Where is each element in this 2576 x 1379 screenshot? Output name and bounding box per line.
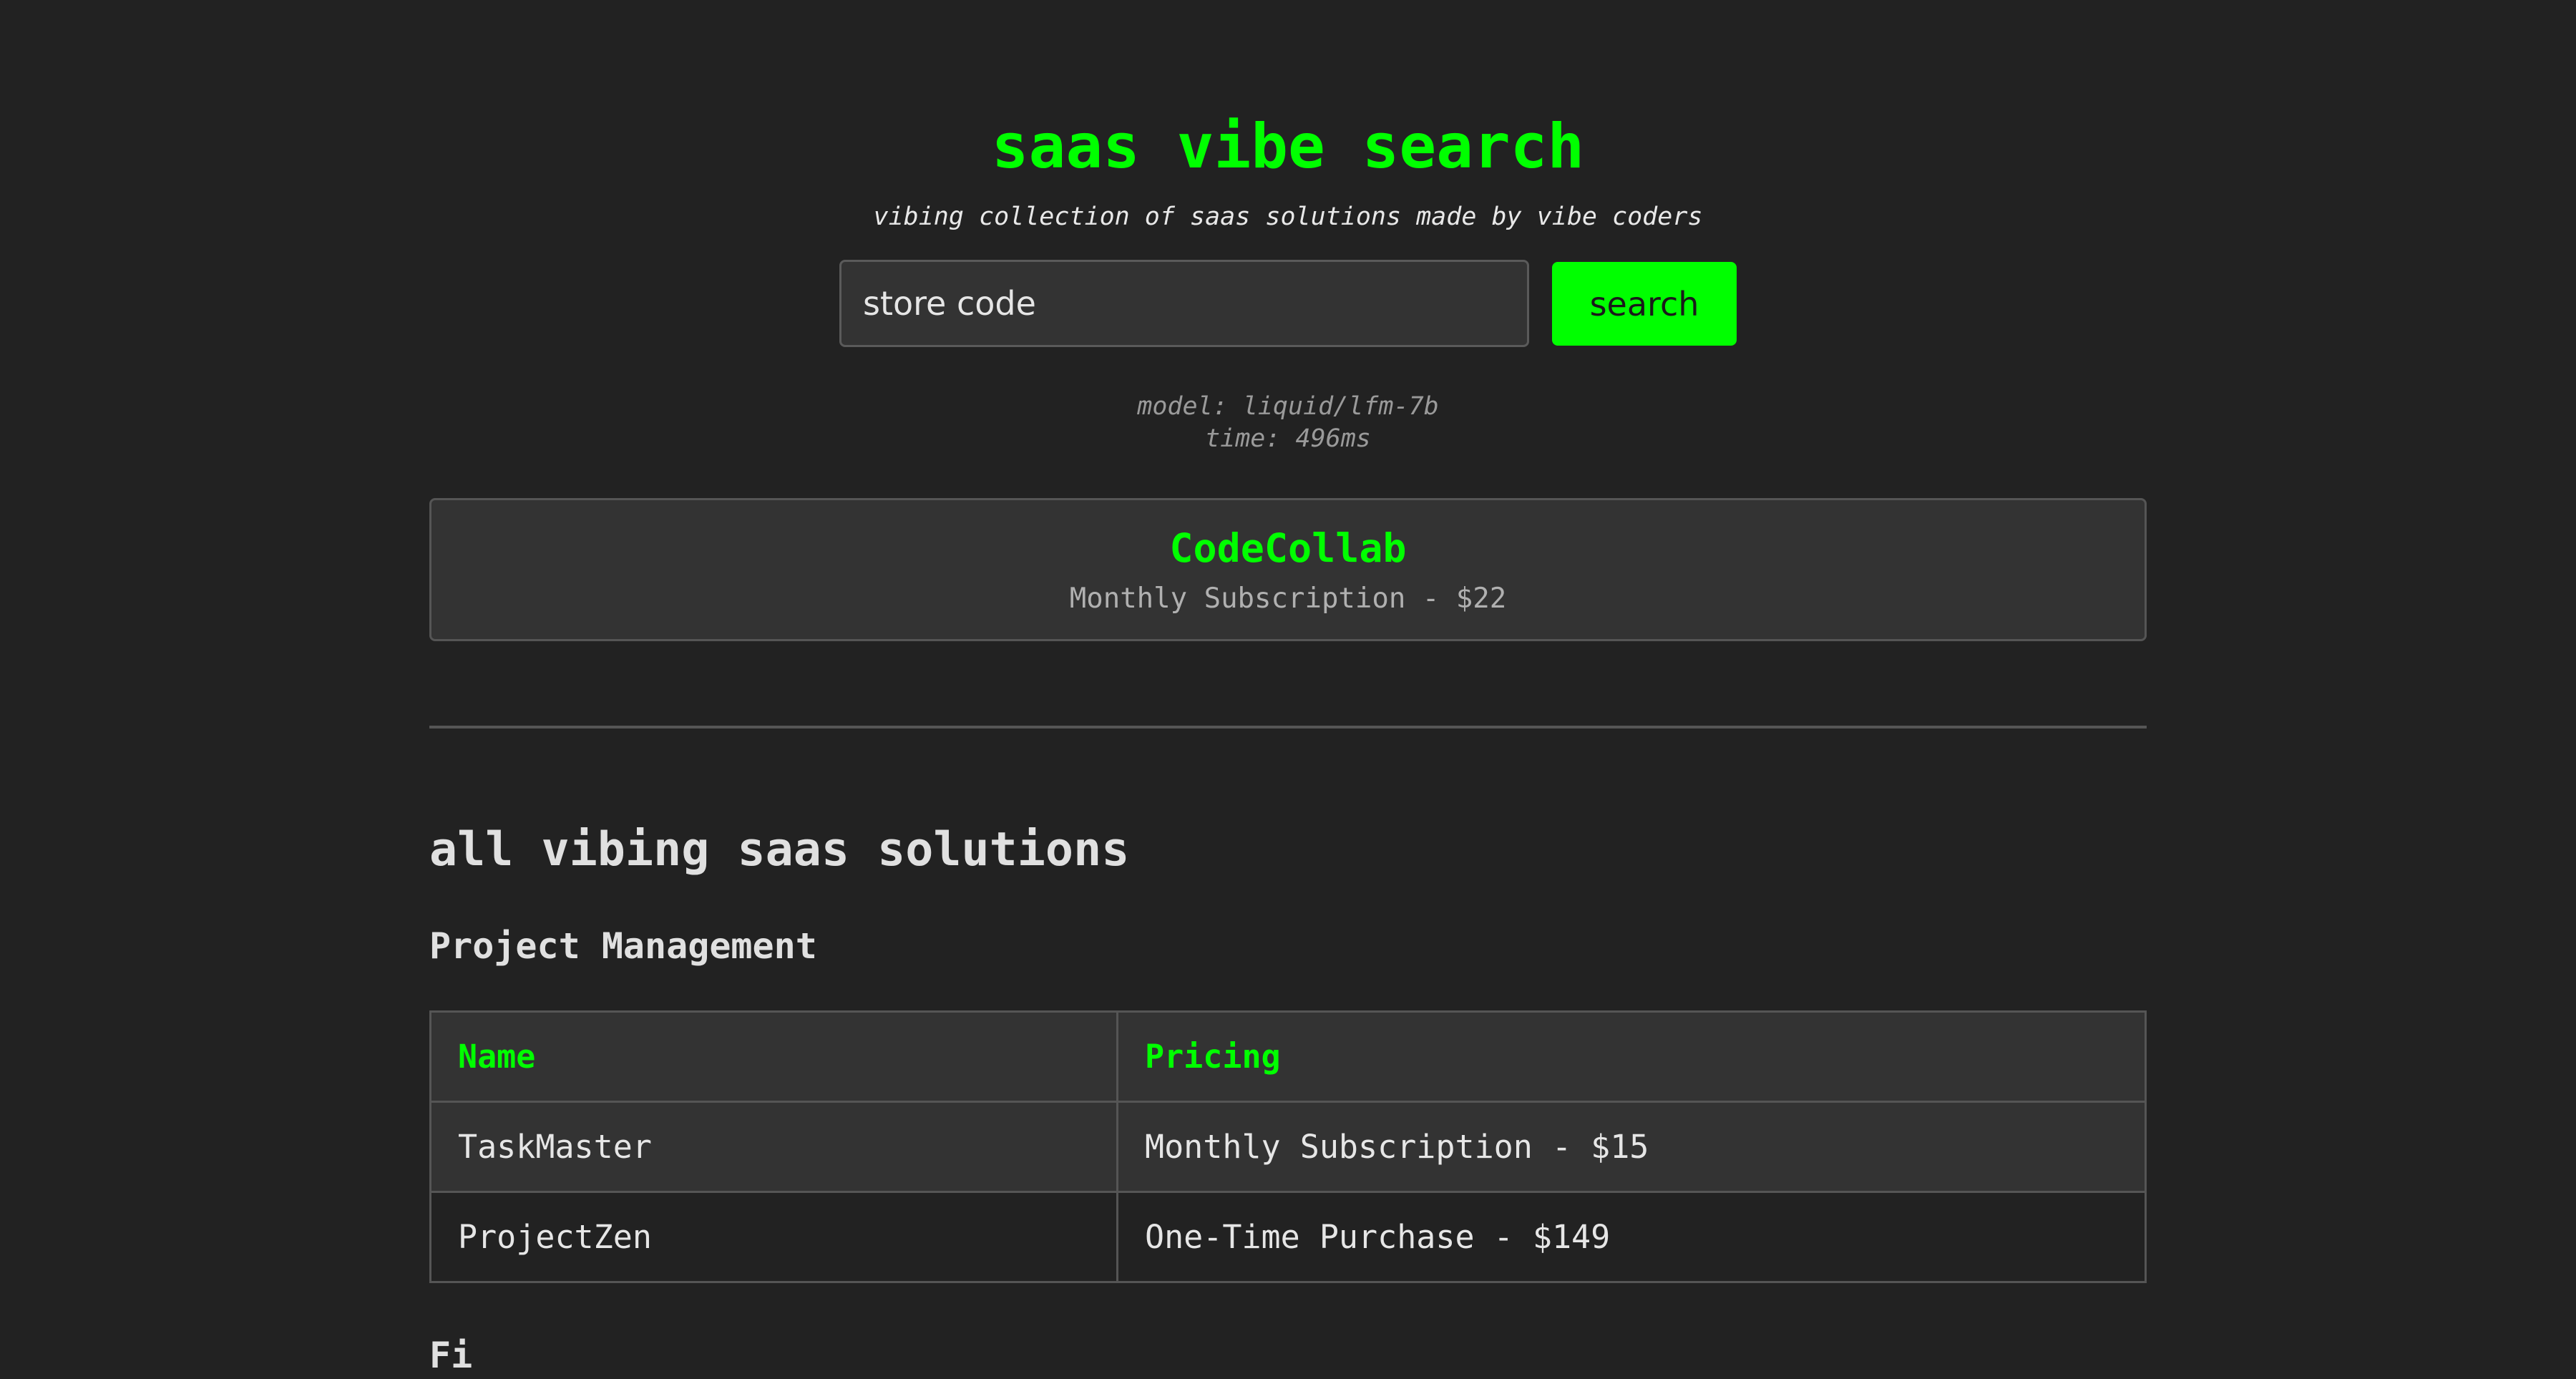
table-header-row: Name Pricing [429, 1010, 2147, 1103]
result-name: CodeCollab [1169, 525, 1407, 571]
cell-pricing: One-Time Purchase - $149 [1116, 1191, 2147, 1283]
project-management-table: Name Pricing TaskMaster Monthly Subscrip… [429, 1010, 2147, 1283]
page-title: saas vibe search [991, 111, 1585, 182]
column-header-pricing: Pricing [1116, 1010, 2147, 1103]
table-row: TaskMaster Monthly Subscription - $15 [429, 1101, 2147, 1193]
model-info: model: liquid/lfm-7b [1137, 392, 1439, 421]
cell-name: ProjectZen [429, 1191, 1118, 1283]
response-time: time: 496ms [1205, 424, 1371, 453]
cell-pricing: Monthly Subscription - $15 [1116, 1101, 2147, 1193]
search-button[interactable]: search [1552, 262, 1737, 346]
category-heading-project-management: Project Management [429, 925, 817, 967]
search-result-card[interactable]: CodeCollab Monthly Subscription - $22 [429, 498, 2147, 641]
category-heading-next: Fi [429, 1335, 473, 1376]
column-header-name: Name [429, 1010, 1118, 1103]
result-pricing: Monthly Subscription - $22 [1069, 583, 1507, 615]
page-subtitle: vibing collection of saas solutions made… [873, 203, 1703, 231]
cell-name: TaskMaster [429, 1101, 1118, 1193]
search-input[interactable] [839, 260, 1529, 347]
section-divider [429, 726, 2147, 729]
catalog-heading: all vibing saas solutions [429, 823, 1130, 877]
table-row: ProjectZen One-Time Purchase - $149 [429, 1191, 2147, 1283]
